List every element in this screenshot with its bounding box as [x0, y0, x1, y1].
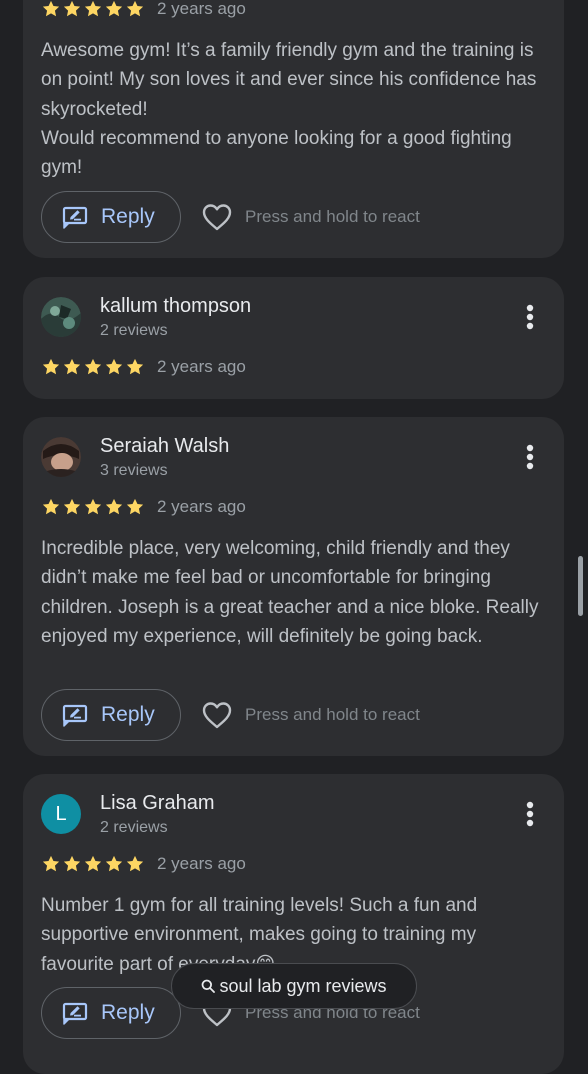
search-icon: [202, 979, 216, 993]
review-card: Seraiah Walsh 3 reviews 2 years ago Incr…: [23, 417, 564, 756]
star-icon: [125, 497, 145, 517]
star-icon: [83, 854, 103, 874]
avatar[interactable]: L: [41, 794, 81, 834]
star-icon: [125, 854, 145, 874]
star-icon: [83, 0, 103, 19]
star-rating: [41, 357, 145, 377]
review-card: kallum thompson 2 reviews 2 years ago: [23, 277, 564, 399]
reply-label: Reply: [101, 1001, 155, 1024]
star-icon: [125, 357, 145, 377]
more-vert-icon[interactable]: [526, 444, 534, 470]
review-date: 2 years ago: [157, 357, 246, 376]
more-vert-icon[interactable]: [526, 801, 534, 827]
star-icon: [62, 357, 82, 377]
heart-icon[interactable]: [201, 701, 233, 729]
reviewer-name[interactable]: Seraiah Walsh: [100, 435, 229, 458]
react-hint: Press and hold to react: [245, 207, 420, 226]
reply-button[interactable]: Reply: [41, 987, 181, 1039]
star-rating: [41, 497, 145, 517]
review-text: Awesome gym! It’s a family friendly gym …: [41, 40, 537, 179]
star-icon: [62, 0, 82, 19]
reply-button[interactable]: Reply: [41, 689, 181, 741]
reply-label: Reply: [101, 205, 155, 228]
rating-row: 2 years ago: [41, 355, 246, 379]
scrollbar-thumb[interactable]: [578, 556, 583, 616]
star-icon: [104, 357, 124, 377]
review-date: 2 years ago: [157, 497, 246, 516]
rating-row: 2 years ago: [41, 495, 246, 519]
star-rating: [41, 0, 145, 19]
star-icon: [104, 0, 124, 19]
avatar[interactable]: [41, 297, 81, 337]
more-vert-icon[interactable]: [526, 304, 534, 330]
star-icon: [104, 497, 124, 517]
rating-row: 2 years ago: [41, 852, 246, 876]
review-actions: Reply Press and hold to react: [41, 190, 420, 244]
reply-icon: [62, 1001, 88, 1025]
reviewer-name[interactable]: Lisa Graham: [100, 792, 215, 815]
avatar[interactable]: [41, 437, 81, 477]
rating-row: 2 years ago: [41, 0, 246, 21]
star-icon: [62, 854, 82, 874]
star-rating: [41, 854, 145, 874]
review-card: L Lisa Graham 2 reviews 2 years ago Numb…: [23, 774, 564, 1074]
star-icon: [41, 854, 61, 874]
review-text: Incredible place, very welcoming, child …: [41, 538, 539, 647]
reply-icon: [62, 205, 88, 229]
star-icon: [62, 497, 82, 517]
reviewer-review-count: 2 reviews: [100, 322, 168, 339]
reviewer-review-count: 3 reviews: [100, 462, 168, 479]
reply-button[interactable]: Reply: [41, 191, 181, 243]
star-icon: [83, 497, 103, 517]
search-pill-label: soul lab gym reviews: [219, 975, 387, 996]
reviewer-review-count: 2 reviews: [100, 819, 168, 836]
star-icon: [41, 497, 61, 517]
review-date: 2 years ago: [157, 0, 246, 18]
star-icon: [104, 854, 124, 874]
search-pill[interactable]: soul lab gym reviews: [171, 963, 417, 1009]
review-actions: Reply Press and hold to react: [41, 688, 420, 742]
avatar-photo: [41, 297, 81, 337]
star-icon: [41, 357, 61, 377]
reviewer-name[interactable]: kallum thompson: [100, 295, 251, 318]
react-hint: Press and hold to react: [245, 705, 420, 724]
star-icon: [125, 0, 145, 19]
star-icon: [83, 357, 103, 377]
review-card: 2 years ago Awesome gym! It’s a family f…: [23, 0, 564, 258]
star-icon: [41, 0, 61, 19]
avatar-photo: [41, 437, 81, 477]
review-date: 2 years ago: [157, 854, 246, 873]
reply-label: Reply: [101, 703, 155, 726]
heart-icon[interactable]: [201, 203, 233, 231]
reply-icon: [62, 703, 88, 727]
